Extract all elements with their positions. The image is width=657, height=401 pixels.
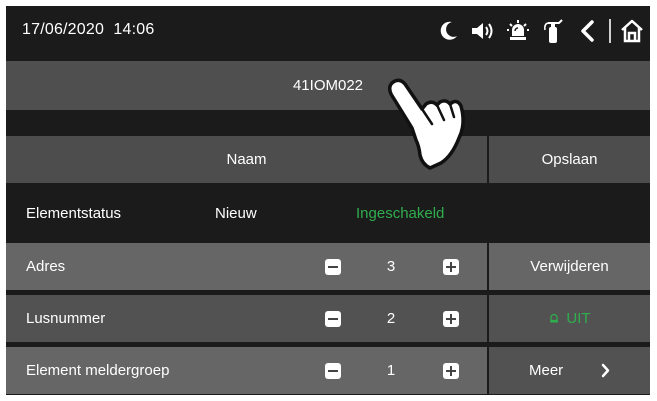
param-label: Element meldergroep [26,362,170,379]
status-new: Nieuw [215,205,257,222]
param-panel: Lusnummer 2 [6,295,487,342]
moon-icon[interactable] [434,17,462,45]
status-row: Elementstatus Nieuw Ingeschakeld [6,190,650,237]
off-button[interactable]: UIT [489,295,650,342]
stepper-value: 2 [386,310,396,327]
param-label: Lusnummer [26,310,106,327]
header-row: Naam Opslaan [6,136,650,183]
status-icons [427,16,646,46]
increment-button[interactable] [443,311,459,327]
status-enabled: Ingeschakeld [356,205,445,222]
time-text: 14:06 [113,21,155,38]
datetime: 17/06/2020 14:06 [22,21,154,39]
param-row-lusnummer: Lusnummer 2 UIT [6,295,650,342]
param-row-meldergroep: Element meldergroep 1 Meer [6,347,650,394]
speaker-icon[interactable] [469,17,497,45]
siren-icon[interactable] [504,17,532,45]
element-name-field[interactable]: 41IOM022 [6,61,650,110]
siren-icon [550,313,559,323]
date-text: 17/06/2020 [22,21,105,38]
extinguisher-icon[interactable] [539,17,567,45]
element-name-text: 41IOM022 [292,77,364,94]
delete-button[interactable]: Verwijderen [489,243,650,290]
increment-button[interactable] [443,259,459,275]
decrement-button[interactable] [325,363,341,379]
status-label: Elementstatus [26,205,122,222]
device-screen: 17/06/2020 14:06 41IOM022 Naam Opslaan E… [6,6,650,395]
off-label: UIT [566,310,591,327]
decrement-button[interactable] [325,311,341,327]
stepper-value: 1 [386,362,396,379]
group-stepper: 1 [296,347,476,394]
param-label: Adres [26,258,66,275]
increment-button[interactable] [443,363,459,379]
param-row-adres: Adres 3 Verwijderen [6,243,650,290]
loop-stepper: 2 [296,295,476,342]
more-label: Meer [529,362,564,379]
icon-divider [609,19,611,43]
stepper-value: 3 [386,258,396,275]
status-bar: 17/06/2020 14:06 [6,6,650,58]
more-button[interactable]: Meer [489,347,650,394]
save-button[interactable]: Opslaan [489,136,650,183]
hand-pointer-icon [387,78,465,170]
decrement-button[interactable] [325,259,341,275]
param-panel: Adres 3 [6,243,487,290]
chevron-right-icon [601,347,611,395]
home-icon[interactable] [618,17,646,45]
back-icon[interactable] [574,17,602,45]
address-stepper: 3 [296,243,476,290]
param-panel: Element meldergroep 1 [6,347,487,394]
